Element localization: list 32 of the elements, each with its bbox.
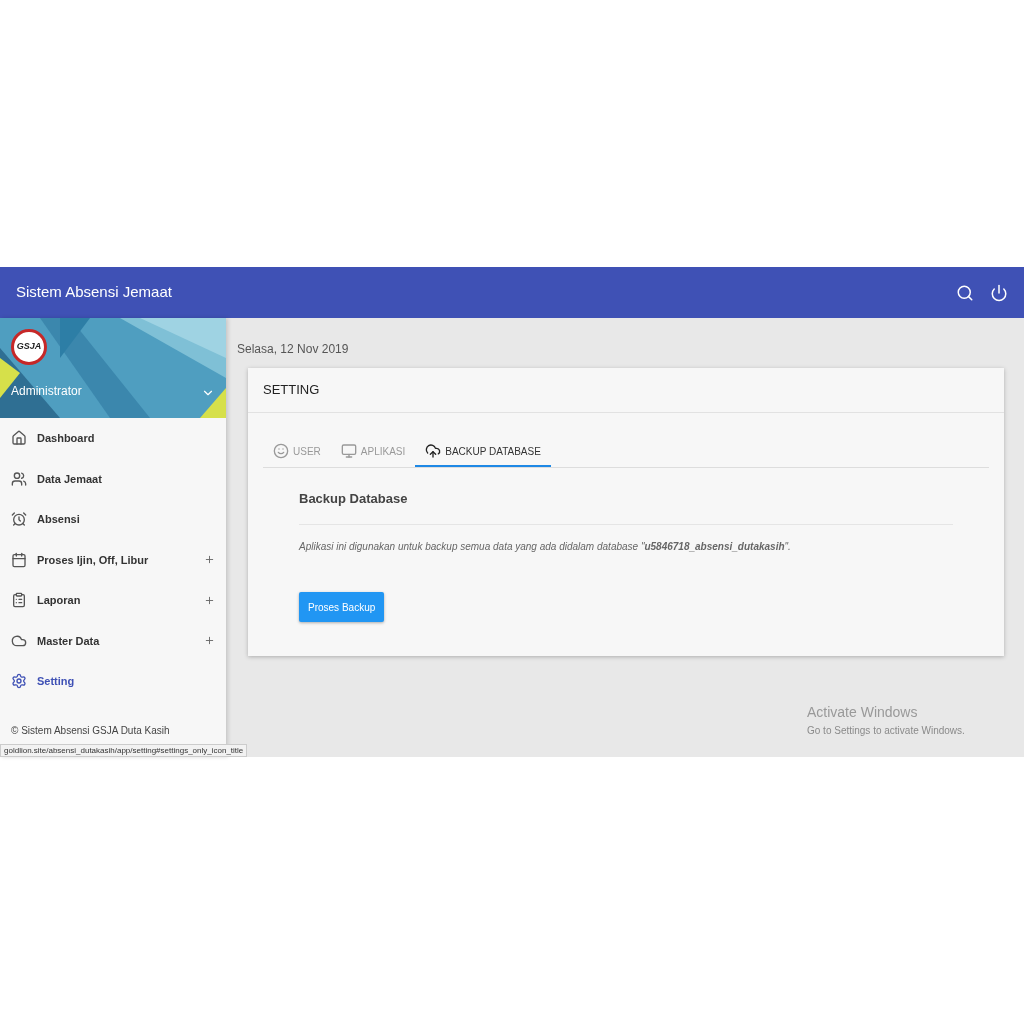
plus-icon[interactable]	[204, 594, 215, 606]
alarm-clock-icon	[11, 511, 27, 528]
sidebar-item[interactable]: Data Jemaat	[0, 458, 226, 499]
section-title: Backup Database	[299, 491, 408, 506]
plus-icon[interactable]	[204, 554, 215, 566]
date-text: Selasa, 12 Nov 2019	[237, 341, 350, 358]
card-title: SETTING	[263, 381, 320, 400]
sidebar-item[interactable]: Dashboard	[0, 418, 226, 459]
sidebar-item[interactable]: Master Data	[0, 620, 226, 661]
activation-subtitle: Go to Settings to activate Windows.	[807, 724, 966, 738]
home-icon	[11, 430, 27, 447]
tab[interactable]: BACKUP DATABASE	[415, 437, 551, 467]
cloud-upload-icon	[425, 443, 442, 459]
calendar-icon	[11, 551, 27, 568]
sidebar-item[interactable]: Absensi	[0, 499, 226, 540]
power-icon[interactable]	[990, 283, 1008, 302]
clipboard-icon	[11, 592, 27, 609]
face-icon	[273, 443, 289, 459]
activation-title: Activate Windows	[807, 703, 919, 722]
sidebar-item[interactable]: Proses Ijin, Off, Libur	[0, 539, 226, 580]
sidebar-item[interactable]: Setting	[0, 661, 226, 702]
app-title: Sistem Absensi Jemaat	[16, 282, 172, 303]
sidebar-item[interactable]: Laporan	[0, 580, 226, 621]
settings-icon	[11, 673, 27, 690]
plus-icon[interactable]	[204, 635, 215, 647]
description-text: Aplikasi ini digunakan untuk backup semua data yang ada didalam database "u5846718_absensi_dutakasih".	[299, 540, 792, 554]
status-url: goldlion.site/absensi_dutakasih/app/setting#settings_only_icon_title	[0, 744, 248, 757]
monitor-icon	[340, 443, 357, 459]
user-name: Administrator	[11, 383, 82, 400]
footer-text: © Sistem Absensi GSJA Duta Kasih	[11, 725, 170, 736]
search-icon[interactable]	[956, 283, 974, 302]
people-icon	[11, 470, 27, 487]
